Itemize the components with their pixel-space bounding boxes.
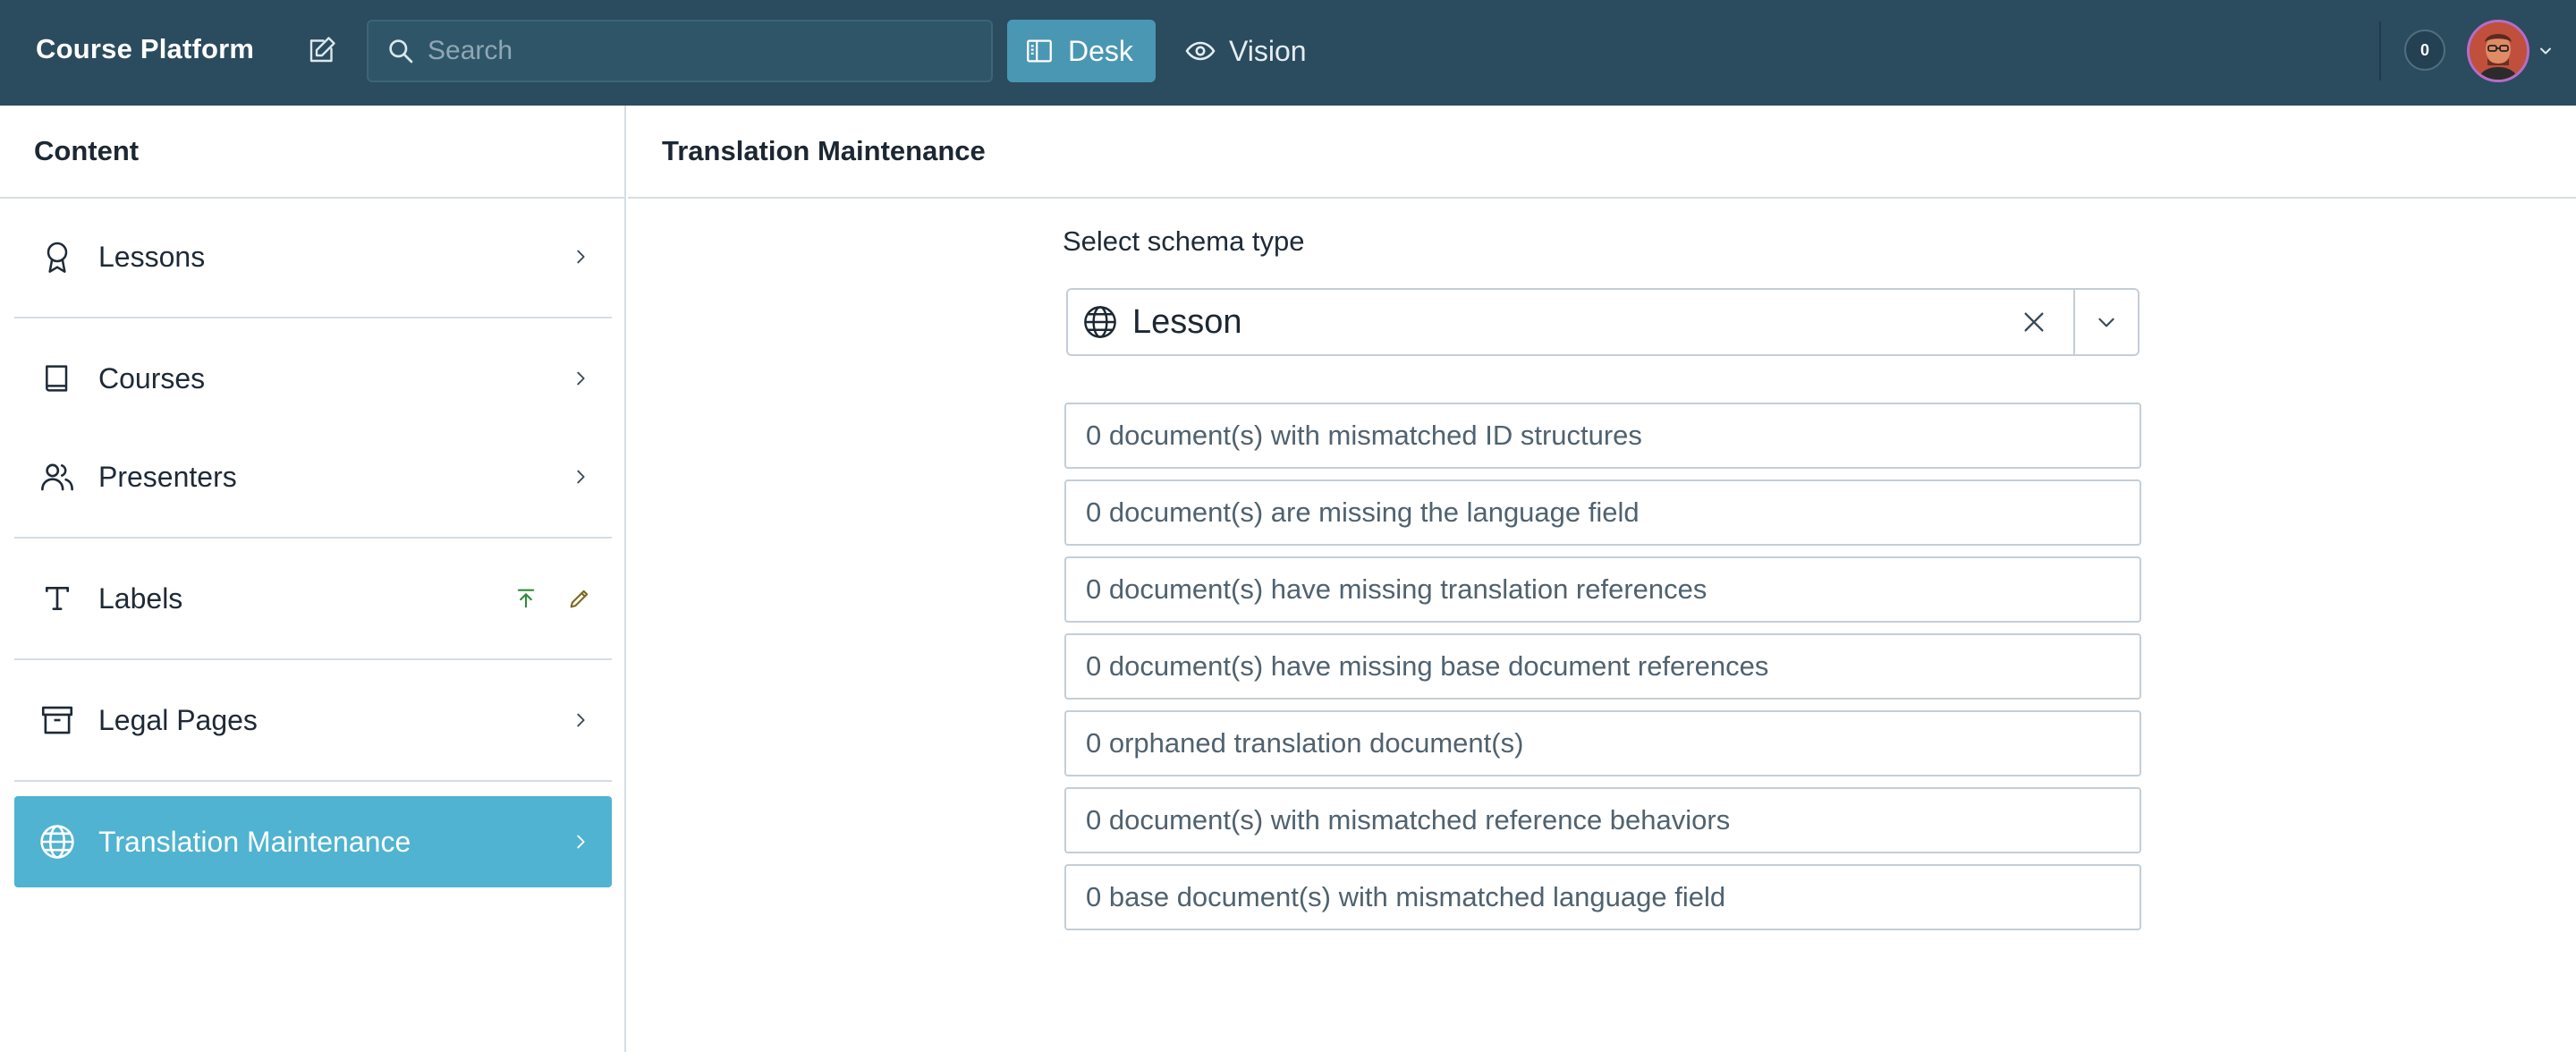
globe-icon (36, 820, 79, 863)
sidebar-item-label: Courses (98, 361, 206, 394)
schema-type-select[interactable]: Lesson (1066, 288, 2140, 356)
topbar-divider (2379, 21, 2381, 81)
chevron-right-icon (567, 463, 594, 490)
users-icon (36, 455, 79, 498)
app-title[interactable]: Course Platform (36, 33, 254, 65)
result-mismatched-id-structures[interactable]: 0 document(s) with mismatched ID structu… (1064, 403, 2141, 469)
chevron-right-icon (567, 365, 594, 392)
sidebar-item-label: Translation Maintenance (98, 825, 411, 858)
compose-button[interactable] (301, 32, 343, 72)
vision-tool-label: Vision (1229, 34, 1307, 67)
sidebar-divider (14, 780, 612, 782)
compose-icon (306, 34, 338, 71)
result-orphaned-translation-documents[interactable]: 0 orphaned translation document(s) (1064, 710, 2141, 776)
close-icon (2024, 312, 2044, 332)
text-icon (36, 577, 79, 620)
top-navigation-bar: Course Platform Desk Vision (0, 0, 2576, 106)
chevron-down-icon (2535, 40, 2556, 62)
avatar (2467, 20, 2529, 82)
page-title: Translation Maintenance (628, 106, 2576, 199)
schema-type-value: Lesson (1132, 302, 1242, 341)
sidebar-item-legal-pages[interactable]: Legal Pages (14, 674, 612, 766)
chevron-right-icon (567, 828, 594, 855)
publish-button[interactable] (508, 581, 544, 616)
eye-icon (1182, 33, 1218, 69)
sidebar-item-label: Legal Pages (98, 703, 258, 736)
sidebar-title: Content (0, 106, 624, 199)
content-sidebar: Content Lessons Courses Presenters Label… (0, 106, 626, 1052)
desk-tool-label: Desk (1068, 34, 1133, 67)
sidebar-divider (14, 317, 612, 318)
globe-icon (1080, 302, 1120, 342)
sidebar-item-label: Labels (98, 581, 183, 615)
clear-selection-button[interactable] (2009, 297, 2059, 347)
search-box (367, 20, 993, 82)
sidebar-item-label: Presenters (98, 460, 237, 493)
edit-button[interactable] (562, 581, 597, 616)
sidebar-item-presenters[interactable]: Presenters (14, 431, 612, 522)
sidebar-item-translation-maintenance[interactable]: Translation Maintenance (14, 796, 612, 887)
publish-icon (517, 589, 535, 608)
sidebar-divider (14, 658, 612, 660)
notification-badge[interactable]: 0 (2404, 30, 2445, 71)
labels-actions (490, 581, 597, 616)
sidebar-divider (14, 537, 612, 539)
chevron-right-icon (567, 243, 594, 270)
translation-maintenance-pane: Translation Maintenance Select schema ty… (628, 106, 2576, 1052)
desk-tool-button[interactable]: Desk (1007, 20, 1156, 82)
pencil-icon (570, 590, 589, 608)
vision-tool-button[interactable]: Vision (1168, 20, 1329, 82)
sidebar-item-courses[interactable]: Courses (14, 333, 612, 424)
maintenance-results-list: 0 document(s) with mismatched ID structu… (1064, 403, 2141, 941)
result-missing-language-field[interactable]: 0 document(s) are missing the language f… (1064, 479, 2141, 546)
archive-icon (36, 699, 79, 742)
desk-icon (1021, 33, 1057, 69)
result-missing-translation-references[interactable]: 0 document(s) have missing translation r… (1064, 556, 2141, 623)
sidebar-item-lessons[interactable]: Lessons (14, 211, 612, 302)
result-mismatched-reference-behaviors[interactable]: 0 document(s) with mismatched reference … (1064, 787, 2141, 853)
user-menu-button[interactable] (2467, 20, 2556, 82)
chevron-down-icon (2098, 318, 2114, 327)
book-icon (36, 357, 79, 400)
sidebar-item-label: Lessons (98, 240, 206, 273)
award-icon (36, 235, 79, 278)
sidebar-item-labels[interactable]: Labels (14, 553, 612, 644)
schema-type-label: Select schema type (1063, 225, 1305, 257)
result-missing-base-document-references[interactable]: 0 document(s) have missing base document… (1064, 633, 2141, 700)
search-input[interactable] (428, 36, 964, 66)
search-icon (385, 35, 417, 67)
schema-dropdown-button[interactable] (2075, 290, 2138, 354)
chevron-right-icon (567, 707, 594, 734)
result-base-mismatched-language-field[interactable]: 0 base document(s) with mismatched langu… (1064, 864, 2141, 930)
